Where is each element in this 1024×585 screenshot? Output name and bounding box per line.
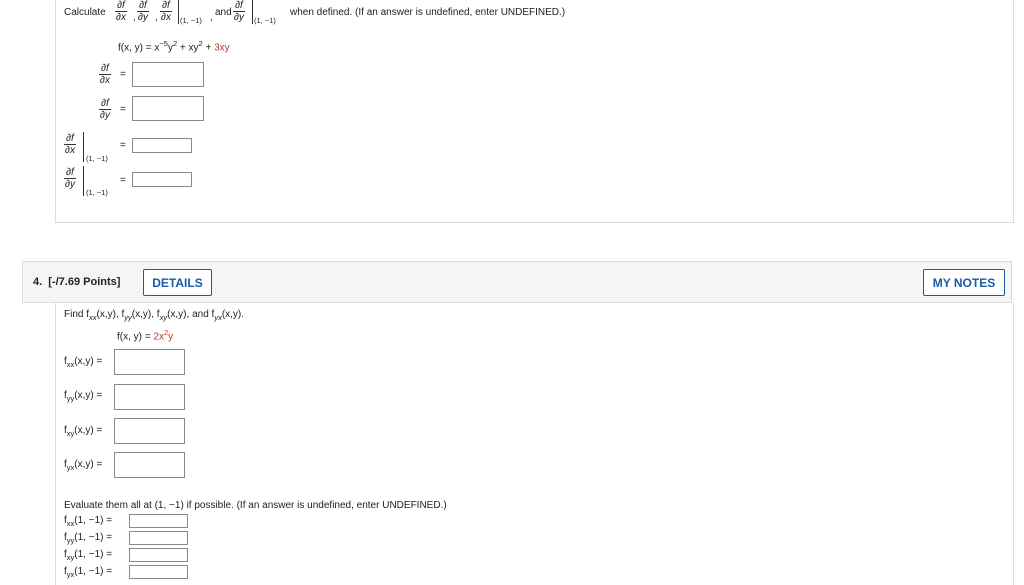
evaluation-point: (1, −1) (180, 16, 202, 25)
function-text: f(x, y) = (117, 331, 154, 343)
function-highlight: y (168, 331, 174, 343)
args: (1, −1) = (74, 515, 113, 526)
answer-label-df-dy-eval: ∂f ∂y (64, 167, 76, 190)
my-notes-button[interactable]: MY NOTES (923, 269, 1005, 296)
args: (1, −1) = (74, 532, 113, 543)
df-dx-at-point-input[interactable] (132, 138, 192, 153)
equals-sign: = (120, 175, 126, 186)
find-instruction: Find fxx(x,y), fyy(x,y), fxy(x,y), and f… (64, 309, 244, 322)
args: (x,y) = (74, 356, 103, 367)
subscript: yy (124, 313, 132, 322)
find-text: (x,y), f (96, 309, 125, 320)
evaluation-bar (83, 132, 84, 162)
args: (x,y) = (74, 459, 103, 470)
args: (x,y) = (74, 390, 103, 401)
q4-function-definition: f(x, y) = 2x2y (117, 328, 173, 342)
fraction-df-dy: ∂f ∂y (137, 0, 149, 23)
fraction-df-dx-eval: ∂f ∂x (160, 0, 172, 23)
find-text: (x,y). (221, 309, 245, 320)
subscript: xx (89, 313, 97, 322)
function-highlight: 3xy (214, 42, 230, 54)
evaluate-instruction: Evaluate them all at (1, −1) if possible… (64, 500, 447, 511)
evaluation-point: (1, −1) (254, 16, 276, 25)
fxx-answer-input[interactable] (114, 349, 185, 375)
equals-sign: = (120, 104, 126, 115)
fxy-eval-label: fxy(1, −1) = (64, 549, 112, 562)
subscript: xy (159, 313, 168, 322)
fyx-eval-input[interactable] (129, 565, 188, 579)
find-text: (x,y), f (131, 309, 160, 320)
function-text: + xy (177, 42, 199, 54)
fyx-answer-input[interactable] (114, 452, 185, 478)
df-dy-answer-input[interactable] (132, 96, 204, 121)
fraction-df-dy-eval: ∂f ∂y (233, 0, 245, 23)
subscript: yx (214, 313, 222, 322)
equals-sign: = (120, 69, 126, 80)
evaluation-point: (1, −1) (86, 154, 108, 163)
fxy-label: fxy(x,y) = (64, 425, 102, 438)
fxx-eval-input[interactable] (129, 514, 188, 528)
evaluation-bar (83, 166, 84, 196)
function-text: f(x, y) = x (118, 42, 160, 54)
fyy-eval-input[interactable] (129, 531, 188, 545)
function-exponent: −5 (159, 39, 168, 48)
comma: , (155, 12, 158, 23)
question-4-title: 4. [-/7.69 Points] (33, 276, 121, 288)
df-dx-answer-input[interactable] (132, 62, 204, 87)
args: (1, −1) = (74, 566, 113, 577)
fyx-eval-label: fyx(1, −1) = (64, 566, 112, 579)
answer-label-df-dx: ∂f ∂x (99, 63, 111, 86)
function-text: + (202, 42, 215, 54)
details-button[interactable]: DETAILS (143, 269, 212, 296)
fyy-eval-label: fyy(1, −1) = (64, 532, 112, 545)
fxx-label: fxx(x,y) = (64, 356, 102, 369)
fxy-eval-input[interactable] (129, 548, 188, 562)
fyy-label: fyy(x,y) = (64, 390, 102, 403)
fraction-df-dx: ∂f ∂x (115, 0, 127, 23)
function-highlight: 2x (153, 331, 164, 343)
evaluation-bar (252, 0, 253, 24)
fyy-answer-input[interactable] (114, 384, 185, 410)
comma: , (210, 12, 213, 23)
equals-sign: = (120, 140, 126, 151)
function-definition: f(x, y) = x−5y2 + xy2 + 3xy (118, 39, 230, 53)
find-text: Find f (64, 309, 90, 320)
answer-label-df-dy: ∂f ∂y (99, 98, 111, 121)
df-dy-at-point-input[interactable] (132, 172, 192, 187)
evaluation-point: (1, −1) (86, 188, 108, 197)
when-defined-text: when defined. (If an answer is undefined… (290, 7, 566, 18)
fxy-answer-input[interactable] (114, 418, 185, 444)
args: (x,y) = (74, 425, 103, 436)
and-label: and (215, 7, 232, 18)
question-4-body (55, 303, 1014, 585)
fyx-label: fyx(x,y) = (64, 459, 102, 472)
comma: , (133, 12, 136, 23)
answer-label-df-dx-eval: ∂f ∂x (64, 133, 76, 156)
find-text: (x,y), and f (167, 309, 215, 320)
calculate-label: Calculate (64, 7, 106, 18)
fxx-eval-label: fxx(1, −1) = (64, 515, 112, 528)
evaluation-bar (178, 0, 179, 24)
args: (1, −1) = (74, 549, 113, 560)
